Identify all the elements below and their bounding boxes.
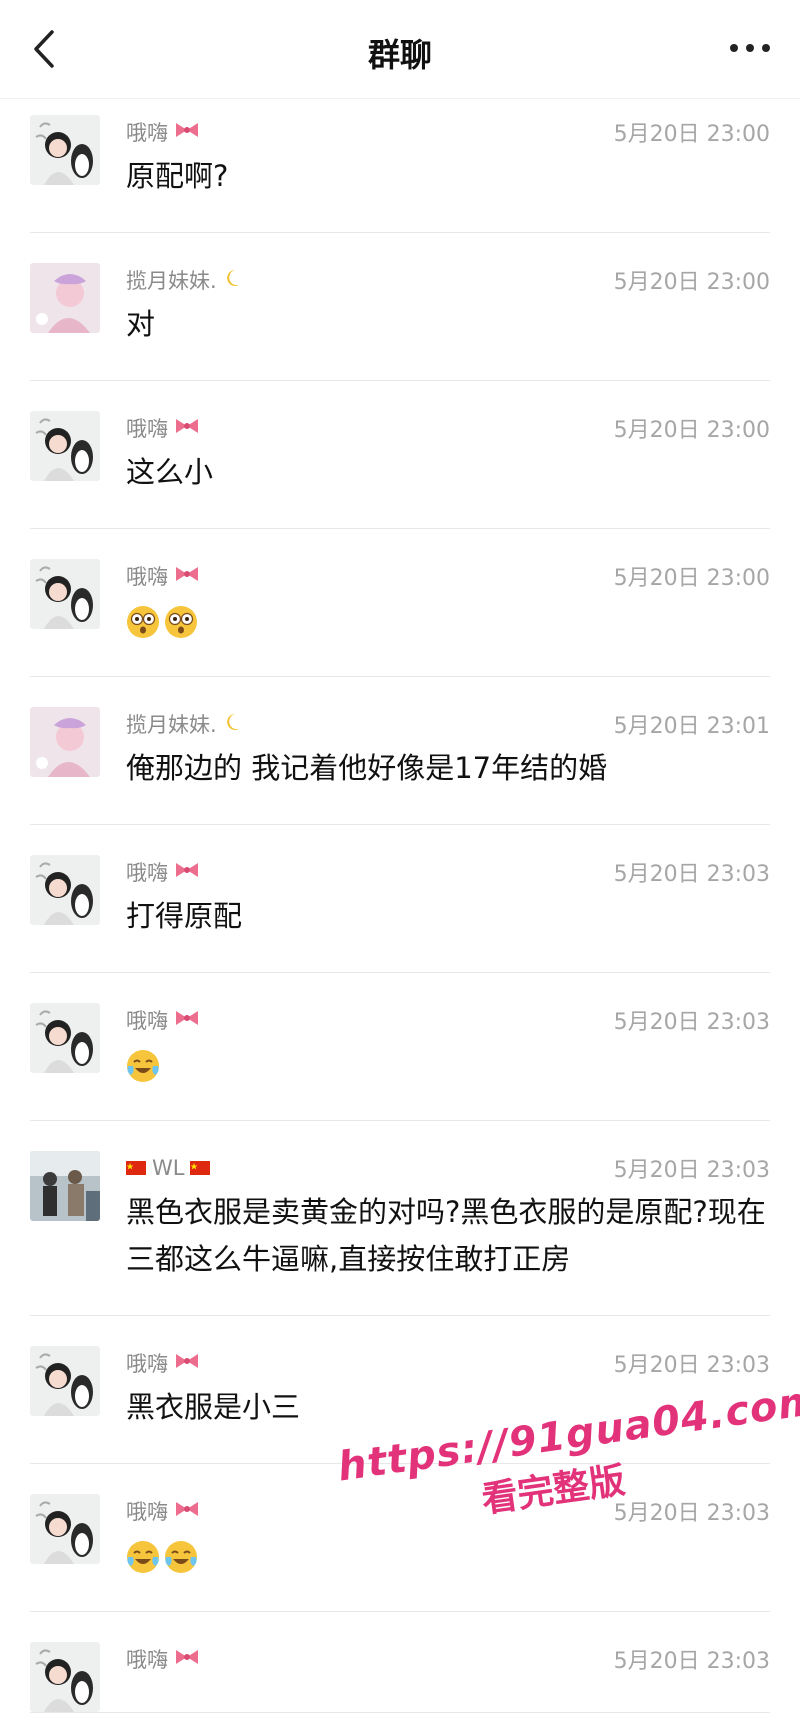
bow-icon xyxy=(176,123,198,137)
author-name[interactable]: 哦嗨 xyxy=(126,1005,200,1035)
avatar[interactable] xyxy=(30,263,100,333)
message-time: 5月20日 23:03 xyxy=(613,1501,770,1526)
author-name[interactable]: 哦嗨 xyxy=(126,1348,200,1378)
author-name[interactable]: 哦嗨 xyxy=(126,857,200,887)
author-name-text: WL xyxy=(152,1156,185,1180)
author-name-text: 哦嗨 xyxy=(126,121,168,145)
message-time: 5月20日 23:03 xyxy=(613,1158,770,1183)
message-text: 这么小 xyxy=(126,455,214,489)
bow-icon xyxy=(176,1502,198,1516)
chat-message: 哦嗨 5月20日 23:03 xyxy=(30,973,770,1121)
author-name[interactable]: 哦嗨 xyxy=(126,413,200,443)
laugh-cry-emoji-icon xyxy=(127,1050,159,1082)
chat-message: 哦嗨 5月20日 23:03 黑衣服是小三 xyxy=(30,1316,770,1464)
chat-message: 哦嗨 5月20日 23:03 打得原配 xyxy=(30,825,770,973)
author-name[interactable]: 揽月妹妹. xyxy=(126,265,241,295)
message-time: 5月20日 23:01 xyxy=(613,714,770,739)
bow-icon xyxy=(176,1354,198,1368)
author-name[interactable]: WL xyxy=(126,1156,211,1180)
author-name[interactable]: 哦嗨 xyxy=(126,561,200,591)
bow-icon xyxy=(176,1011,198,1025)
message-time: 5月20日 23:03 xyxy=(613,1353,770,1378)
avatar[interactable] xyxy=(30,411,100,481)
message-time: 5月20日 23:03 xyxy=(613,1010,770,1035)
author-name[interactable]: 哦嗨 xyxy=(126,1496,200,1526)
message-text: 对 xyxy=(126,307,156,341)
avatar[interactable] xyxy=(30,559,100,629)
shocked-emoji-icon xyxy=(127,606,159,638)
author-name-text: 哦嗨 xyxy=(126,1352,168,1376)
author-name-text: 哦嗨 xyxy=(126,1648,168,1672)
message-text: 黑色衣服是卖黄金的对吗?黑色衣服的是原配?现在三都这么牛逼嘛,直接按住敢打正房 xyxy=(126,1195,766,1276)
author-name[interactable]: 哦嗨 xyxy=(126,117,200,147)
laugh-cry-emoji-icon xyxy=(165,1541,197,1573)
top-bar: 群聊 xyxy=(0,0,800,99)
message-time: 5月20日 23:00 xyxy=(613,566,770,591)
chat-message: 揽月妹妹. 5月20日 23:01 俺那边的 我记着他好像是17年结的婚 xyxy=(30,677,770,825)
author-name-text: 哦嗨 xyxy=(126,1500,168,1524)
author-name-text: 哦嗨 xyxy=(126,1009,168,1033)
chat-message: 揽月妹妹. 5月20日 23:00 对 xyxy=(30,233,770,381)
chat-message: 哦嗨 5月20日 23:00 原配啊? xyxy=(30,85,770,233)
message-time: 5月20日 23:00 xyxy=(613,270,770,295)
avatar[interactable] xyxy=(30,855,100,925)
message-text: 原配啊? xyxy=(126,159,229,193)
chat-message: 哦嗨 5月20日 23:03 xyxy=(30,1464,770,1612)
message-time: 5月20日 23:03 xyxy=(613,1649,770,1674)
author-name-text: 揽月妹妹. xyxy=(126,713,217,737)
message-text: 打得原配 xyxy=(126,899,243,933)
avatar[interactable] xyxy=(30,1642,100,1712)
chat-message: 哦嗨 5月20日 23:03 xyxy=(30,1612,770,1713)
flag-icon xyxy=(190,1161,211,1175)
author-name[interactable]: 揽月妹妹. xyxy=(126,709,241,739)
message-text: 黑衣服是小三 xyxy=(126,1390,301,1424)
author-name-text: 哦嗨 xyxy=(126,861,168,885)
chat-message: 哦嗨 5月20日 23:00 xyxy=(30,529,770,677)
shocked-emoji-icon xyxy=(165,606,197,638)
author-name[interactable]: 哦嗨 xyxy=(126,1644,200,1674)
avatar[interactable] xyxy=(30,1003,100,1073)
message-feed: 哦嗨 5月20日 23:00 原配啊? 揽月妹妹. 5月20日 23:00 对哦嗨 5月20… xyxy=(0,85,800,1713)
avatar[interactable] xyxy=(30,1346,100,1416)
message-text xyxy=(126,597,770,644)
message-time: 5月20日 23:03 xyxy=(613,862,770,887)
bow-icon xyxy=(176,567,198,581)
avatar[interactable] xyxy=(30,1151,100,1221)
page-title: 群聊 xyxy=(367,36,432,74)
moon-icon xyxy=(226,269,239,286)
avatar[interactable] xyxy=(30,1494,100,1564)
avatar[interactable] xyxy=(30,707,100,777)
bow-icon xyxy=(176,419,198,433)
moon-icon xyxy=(226,713,239,730)
bow-icon xyxy=(176,1650,198,1664)
laugh-cry-emoji-icon xyxy=(127,1541,159,1573)
avatar[interactable] xyxy=(30,115,100,185)
author-name-text: 哦嗨 xyxy=(126,565,168,589)
chat-message: 哦嗨 5月20日 23:00 这么小 xyxy=(30,381,770,529)
message-text xyxy=(126,1532,770,1579)
message-text: 俺那边的 我记着他好像是17年结的婚 xyxy=(126,751,608,785)
flag-icon xyxy=(126,1161,146,1175)
bow-icon xyxy=(176,863,198,877)
more-options-icon[interactable] xyxy=(726,28,774,68)
chat-message: WL 5月20日 23:03 黑色衣服是卖黄金的对吗?黑色衣服的是原配?现在三都这么… xyxy=(30,1121,770,1316)
message-text xyxy=(126,1041,770,1088)
message-time: 5月20日 23:00 xyxy=(613,418,770,443)
author-name-text: 哦嗨 xyxy=(126,417,168,441)
message-time: 5月20日 23:00 xyxy=(613,122,770,147)
author-name-text: 揽月妹妹. xyxy=(126,269,217,293)
